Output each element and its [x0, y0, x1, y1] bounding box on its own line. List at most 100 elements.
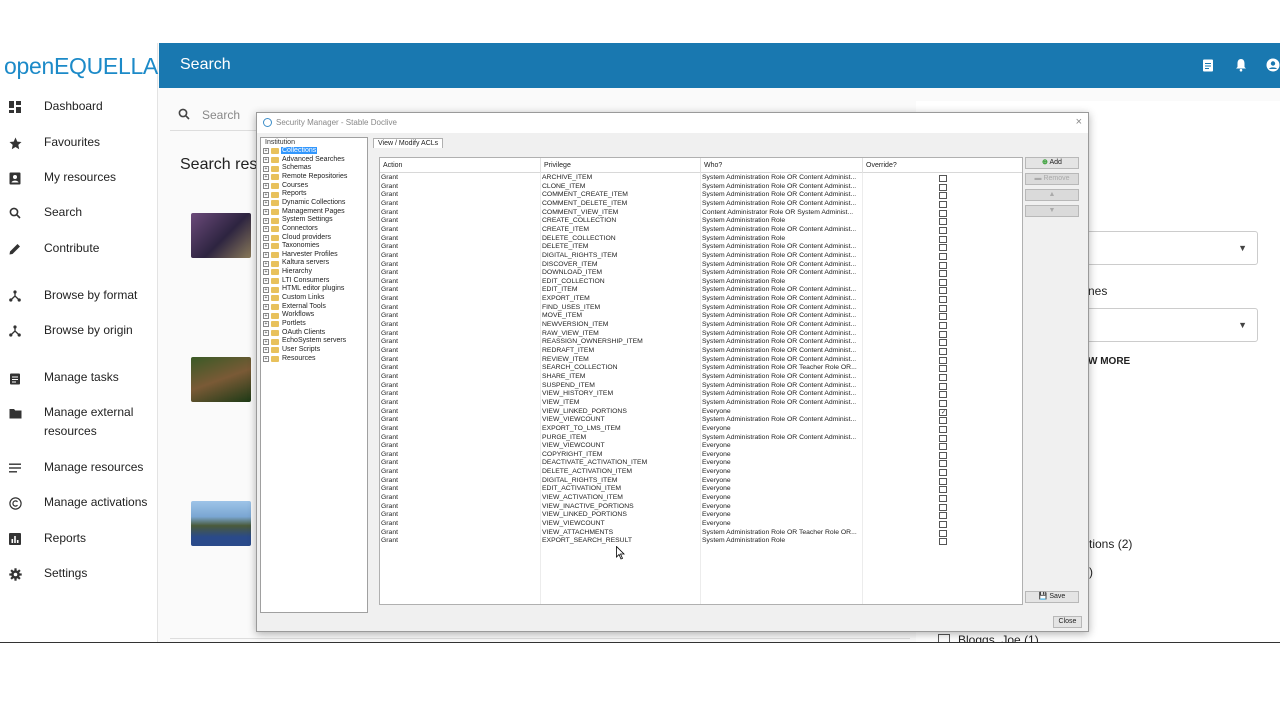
table-row[interactable]: Grant EDIT_ITEM System Administration Role… — [380, 286, 1022, 295]
owner-filter-option[interactable]: Bloggs, Joe (1) — [938, 633, 1039, 642]
override-checkbox[interactable] — [939, 235, 947, 243]
expand-icon[interactable]: + — [263, 286, 269, 293]
tree-item-workflows[interactable]: + Workflows — [263, 311, 315, 320]
table-row[interactable]: Grant DELETE_ACTIVATION_ITEM Everyone — [380, 468, 1022, 477]
table-row[interactable]: Grant VIEW_ATTACHMENTS System Administrati… — [380, 529, 1022, 538]
tree-item-collections[interactable]: + Collections — [263, 147, 318, 156]
table-row[interactable]: Grant CREATE_ITEM System Administration Ro… — [380, 226, 1022, 235]
override-checkbox[interactable] — [939, 477, 947, 485]
table-row[interactable]: Grant COMMENT_DELETE_ITEM System Administr… — [380, 200, 1022, 209]
override-checkbox[interactable] — [939, 521, 947, 528]
tree-item-external-tools[interactable]: + External Tools — [263, 303, 327, 312]
override-checkbox[interactable] — [939, 192, 947, 200]
refine-select-1[interactable]: ▼ — [1086, 231, 1258, 265]
tree-item-management-pages[interactable]: + Management Pages — [263, 208, 346, 217]
tree-item-resources[interactable]: + Resources — [263, 355, 316, 364]
override-checkbox[interactable] — [939, 304, 947, 312]
override-checkbox[interactable] — [939, 296, 947, 304]
table-row[interactable]: Grant REASSIGN_OWNERSHIP_ITEM System Admin… — [380, 338, 1022, 347]
table-row[interactable]: Grant VIEW_LINKED_PORTIONS Everyone ✓ — [380, 408, 1022, 417]
override-checkbox[interactable] — [939, 348, 947, 355]
tree-item-dynamic-collections[interactable]: + Dynamic Collections — [263, 199, 346, 208]
table-row[interactable]: Grant DELETE_ITEM System Administration Ro… — [380, 243, 1022, 252]
column-header-who[interactable]: Who? — [701, 158, 863, 173]
override-checkbox[interactable] — [939, 425, 947, 433]
override-checkbox[interactable] — [939, 209, 947, 217]
column-header-override[interactable]: Override? — [863, 158, 1022, 173]
override-checkbox[interactable] — [939, 538, 947, 546]
override-checkbox[interactable] — [939, 382, 947, 390]
override-checkbox[interactable] — [939, 330, 947, 338]
override-checkbox[interactable] — [939, 339, 947, 347]
override-checkbox[interactable] — [939, 252, 947, 260]
table-row[interactable]: Grant PURGE_ITEM System Administration Rol… — [380, 434, 1022, 443]
search-input[interactable]: Search — [202, 108, 240, 122]
tree-item-harvester-profiles[interactable]: + Harvester Profiles — [263, 251, 339, 260]
expand-icon[interactable]: + — [263, 174, 269, 181]
tree-item-html-editor-plugins[interactable]: + HTML editor plugins — [263, 285, 345, 294]
expand-icon[interactable]: + — [263, 156, 269, 163]
table-row[interactable]: Grant EXPORT_TO_LMS_ITEM Everyone — [380, 425, 1022, 434]
override-checkbox[interactable] — [939, 373, 947, 381]
override-checkbox[interactable] — [939, 287, 947, 295]
tree-root-institution[interactable]: Institution — [265, 139, 295, 146]
dialog-close-icon[interactable]: × — [1076, 116, 1082, 128]
table-row[interactable]: Grant CREATE_COLLECTION System Administrat… — [380, 217, 1022, 226]
expand-icon[interactable]: + — [263, 243, 269, 250]
table-row[interactable]: Grant VIEW_VIEWCOUNT Everyone — [380, 442, 1022, 451]
expand-icon[interactable]: + — [263, 312, 269, 319]
override-checkbox[interactable] — [939, 434, 947, 442]
expand-icon[interactable]: + — [263, 260, 269, 267]
table-row[interactable]: Grant DIGITAL_RIGHTS_ITEM Everyone — [380, 477, 1022, 486]
override-checkbox[interactable] — [939, 200, 947, 208]
override-checkbox[interactable] — [939, 244, 947, 252]
table-row[interactable]: Grant NEWVERSION_ITEM System Administratio… — [380, 321, 1022, 330]
table-row[interactable]: Grant ARCHIVE_ITEM System Administration R… — [380, 174, 1022, 183]
expand-icon[interactable]: + — [263, 269, 269, 276]
table-row[interactable]: Grant EXPORT_SEARCH_RESULT System Administ… — [380, 537, 1022, 546]
override-checkbox[interactable] — [939, 503, 947, 511]
expand-icon[interactable]: + — [263, 347, 269, 354]
notifications-bell-icon[interactable] — [1234, 57, 1248, 73]
expand-icon[interactable]: + — [263, 234, 269, 241]
override-checkbox[interactable] — [939, 322, 947, 330]
expand-icon[interactable]: + — [263, 295, 269, 302]
table-row[interactable]: Grant RAW_VIEW_ITEM System Administration … — [380, 330, 1022, 339]
expand-icon[interactable]: + — [263, 208, 269, 215]
override-checkbox[interactable] — [939, 270, 947, 278]
tree-item-courses[interactable]: + Courses — [263, 182, 309, 191]
expand-icon[interactable]: + — [263, 321, 269, 328]
override-checkbox[interactable] — [939, 417, 947, 425]
show-more-link[interactable]: W MORE — [1088, 356, 1130, 367]
tasks-icon[interactable] — [1201, 57, 1215, 73]
override-checkbox[interactable] — [939, 451, 947, 459]
tree-item-custom-links[interactable]: + Custom Links — [263, 294, 325, 303]
tree-item-taxonomies[interactable]: + Taxonomies — [263, 242, 320, 251]
table-row[interactable]: Grant VIEW_LINKED_PORTIONS Everyone — [380, 511, 1022, 520]
account-icon[interactable] — [1266, 57, 1280, 73]
tree-item-oauth-clients[interactable]: + OAuth Clients — [263, 329, 326, 338]
tab-view-modify-acls[interactable]: View / Modify ACLs — [373, 138, 444, 148]
override-checkbox[interactable] — [939, 495, 947, 503]
tree-item-lti-consumers[interactable]: + LTI Consumers — [263, 277, 330, 286]
expand-icon[interactable]: + — [263, 329, 269, 336]
expand-icon[interactable]: + — [263, 191, 269, 198]
column-header-privilege[interactable]: Privilege — [541, 158, 701, 173]
logo[interactable]: open EQUELLA — [0, 43, 158, 89]
expand-icon[interactable]: + — [263, 278, 269, 285]
override-checkbox[interactable]: ✓ — [939, 408, 947, 416]
override-checkbox[interactable] — [939, 278, 947, 286]
table-row[interactable]: Grant EXPORT_ITEM System Administration Ro… — [380, 295, 1022, 304]
expand-icon[interactable]: + — [263, 226, 269, 233]
owner-checkbox[interactable] — [938, 634, 950, 642]
move-up-button[interactable]: ▲ — [1025, 189, 1079, 201]
table-row[interactable]: Grant VIEW_VIEWCOUNT Everyone — [380, 520, 1022, 529]
tree-item-cloud-providers[interactable]: + Cloud providers — [263, 234, 332, 243]
table-row[interactable]: Grant VIEW_VIEWCOUNT System Administration… — [380, 416, 1022, 425]
override-checkbox[interactable] — [939, 486, 947, 494]
override-checkbox[interactable] — [939, 460, 947, 468]
tree-item-user-scripts[interactable]: + User Scripts — [263, 346, 321, 355]
table-row[interactable]: Grant COMMENT_VIEW_ITEM Content Administra… — [380, 209, 1022, 218]
table-row[interactable]: Grant EDIT_ACTIVATION_ITEM Everyone — [380, 485, 1022, 494]
result-thumbnail-island[interactable] — [191, 501, 251, 546]
